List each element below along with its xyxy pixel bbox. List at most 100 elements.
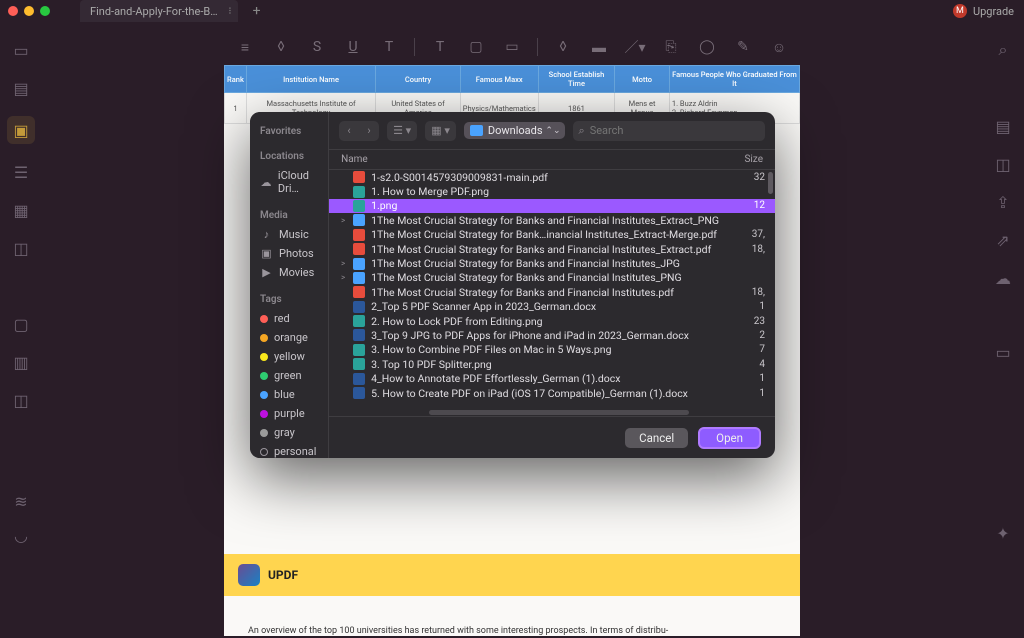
tag-dot-icon xyxy=(260,372,268,380)
disclosure-icon[interactable]: > xyxy=(339,216,347,225)
file-name: 5. How to Create PDF on iPad (iOS 17 Com… xyxy=(371,387,719,400)
sidebar-tag-blue[interactable]: blue xyxy=(260,385,328,404)
location-label: Downloads xyxy=(488,124,543,137)
cancel-button[interactable]: Cancel xyxy=(625,428,688,448)
tag-dot-icon xyxy=(260,448,268,456)
doc-footer: UPDF xyxy=(224,554,800,596)
file-size: 37, xyxy=(725,229,765,240)
dialog-footer: Cancel Open xyxy=(329,416,775,458)
view-list-segment[interactable]: ☰ ▾ xyxy=(387,121,417,141)
col-name[interactable]: Name xyxy=(341,154,717,165)
file-row[interactable]: >1The Most Crucial Strategy for Banks an… xyxy=(329,256,775,270)
file-row[interactable]: 4_How to Annotate PDF Effortlessly_Germa… xyxy=(329,371,775,385)
file-row[interactable]: 3_Top 9 JPG to PDF Apps for iPhone and i… xyxy=(329,328,775,342)
file-name: 1The Most Crucial Strategy for Bank…inan… xyxy=(371,228,719,241)
sidebar-item-music[interactable]: ♪Music xyxy=(260,225,328,244)
sidebar-item-movies[interactable]: ▶Movies xyxy=(260,263,328,282)
forward-button[interactable]: › xyxy=(359,121,379,141)
sidebar-tag-red[interactable]: red xyxy=(260,309,328,328)
file-row[interactable]: 1. How to Merge PDF.png xyxy=(329,184,775,198)
disclosure-icon[interactable]: > xyxy=(339,273,347,282)
file-name: 3_Top 9 JPG to PDF Apps for iPhone and i… xyxy=(371,329,719,342)
updf-logo-icon xyxy=(238,564,260,586)
file-size: 23 xyxy=(725,316,765,327)
file-row[interactable]: 5. How to Create PDF on iPad (iOS 17 Com… xyxy=(329,386,775,400)
file-row[interactable]: >1The Most Crucial Strategy for Banks an… xyxy=(329,271,775,285)
file-list-header: Name Size xyxy=(329,150,775,170)
file-size: 1 xyxy=(725,373,765,384)
file-row[interactable]: 3. Top 10 PDF Splitter.png4 xyxy=(329,357,775,371)
dialog-toolbar: ‹ › ☰ ▾ ▦ ▾ Downloads ⌃⌄ ⌕ xyxy=(329,112,775,150)
img-icon xyxy=(353,358,365,370)
file-name: 1. How to Merge PDF.png xyxy=(371,185,719,198)
file-name: 4_How to Annotate PDF Effortlessly_Germa… xyxy=(371,372,719,385)
img-icon xyxy=(353,315,365,327)
tag-dot-icon xyxy=(260,429,268,437)
file-name: 1The Most Crucial Strategy for Banks and… xyxy=(371,286,719,299)
sidebar-tag-green[interactable]: green xyxy=(260,366,328,385)
file-name: 1The Most Crucial Strategy for Banks and… xyxy=(371,243,719,256)
file-size: 18, xyxy=(725,244,765,255)
movies-icon: ▶ xyxy=(260,266,273,279)
horizontal-scrollbar[interactable] xyxy=(429,410,689,415)
sidebar-tag-gray[interactable]: gray xyxy=(260,423,328,442)
file-name: 1.png xyxy=(371,199,719,212)
media-header: Media xyxy=(260,206,328,225)
chevron-updown-icon: ⌃⌄ xyxy=(545,126,560,136)
pdf-icon xyxy=(353,171,365,183)
sidebar-item-photos[interactable]: ▣Photos xyxy=(260,244,328,263)
file-open-dialog: Favorites Locations ☁ iCloud Dri… Media … xyxy=(250,112,775,458)
sidebar-tag-personal[interactable]: personal xyxy=(260,442,328,458)
file-row[interactable]: 2_Top 5 PDF Scanner App in 2023_German.d… xyxy=(329,300,775,314)
file-size: 18, xyxy=(725,287,765,298)
tag-label: green xyxy=(274,369,302,382)
tag-label: blue xyxy=(274,388,295,401)
file-name: 1The Most Crucial Strategy for Banks and… xyxy=(371,214,719,227)
sidebar-tag-yellow[interactable]: yellow xyxy=(260,347,328,366)
location-dropdown[interactable]: Downloads ⌃⌄ xyxy=(464,122,565,139)
file-size: 1 xyxy=(725,388,765,399)
sidebar-tag-purple[interactable]: purple xyxy=(260,404,328,423)
locations-header: Locations xyxy=(260,147,328,166)
file-row[interactable]: 1The Most Crucial Strategy for Banks and… xyxy=(329,285,775,299)
docx-icon xyxy=(353,329,365,341)
file-name: 3. Top 10 PDF Splitter.png xyxy=(371,358,719,371)
vertical-scrollbar[interactable] xyxy=(768,172,773,194)
sidebar-tag-orange[interactable]: orange xyxy=(260,328,328,347)
tag-label: personal xyxy=(274,445,316,458)
file-row[interactable]: 1The Most Crucial Strategy for Banks and… xyxy=(329,242,775,256)
view-grid-segment[interactable]: ▦ ▾ xyxy=(425,121,456,141)
tag-label: red xyxy=(274,312,290,325)
open-button[interactable]: Open xyxy=(698,427,761,449)
disclosure-icon[interactable]: > xyxy=(339,259,347,268)
back-button[interactable]: ‹ xyxy=(339,121,359,141)
file-name: 2_Top 5 PDF Scanner App in 2023_German.d… xyxy=(371,300,719,313)
sidebar-item-label: iCloud Dri… xyxy=(278,169,328,195)
folder-icon xyxy=(353,258,365,270)
file-row[interactable]: 1-s2.0-S0014579309009831-main.pdf 32 xyxy=(329,170,775,184)
tag-label: orange xyxy=(274,331,308,344)
pdf-icon xyxy=(353,229,365,241)
file-row[interactable]: 2. How to Lock PDF from Editing.png23 xyxy=(329,314,775,328)
tag-label: gray xyxy=(274,426,295,439)
folder-icon xyxy=(353,214,365,226)
file-size: 12 xyxy=(725,200,765,211)
folder-icon xyxy=(470,125,483,136)
search-field[interactable]: ⌕ xyxy=(573,121,765,141)
brand-label: UPDF xyxy=(268,568,298,582)
pdf-icon xyxy=(353,286,365,298)
file-row[interactable]: >1The Most Crucial Strategy for Banks an… xyxy=(329,213,775,227)
pdf-icon xyxy=(353,243,365,255)
sidebar-item-icloud[interactable]: ☁ iCloud Dri… xyxy=(260,166,328,198)
search-input[interactable] xyxy=(590,124,759,137)
file-row[interactable]: 3. How to Combine PDF Files on Mac in 5 … xyxy=(329,343,775,357)
file-row[interactable]: 1.png 12 xyxy=(329,199,775,213)
docx-icon xyxy=(353,301,365,313)
file-row[interactable]: 1The Most Crucial Strategy for Bank…inan… xyxy=(329,228,775,242)
file-name: 1-s2.0-S0014579309009831-main.pdf xyxy=(371,171,719,184)
file-list[interactable]: 1-s2.0-S0014579309009831-main.pdf 32 1. Ho… xyxy=(329,170,775,416)
photos-icon: ▣ xyxy=(260,247,273,260)
col-size[interactable]: Size xyxy=(717,154,763,165)
dialog-main: ‹ › ☰ ▾ ▦ ▾ Downloads ⌃⌄ ⌕ Name Size xyxy=(328,112,775,458)
file-size: 32 xyxy=(725,172,765,183)
